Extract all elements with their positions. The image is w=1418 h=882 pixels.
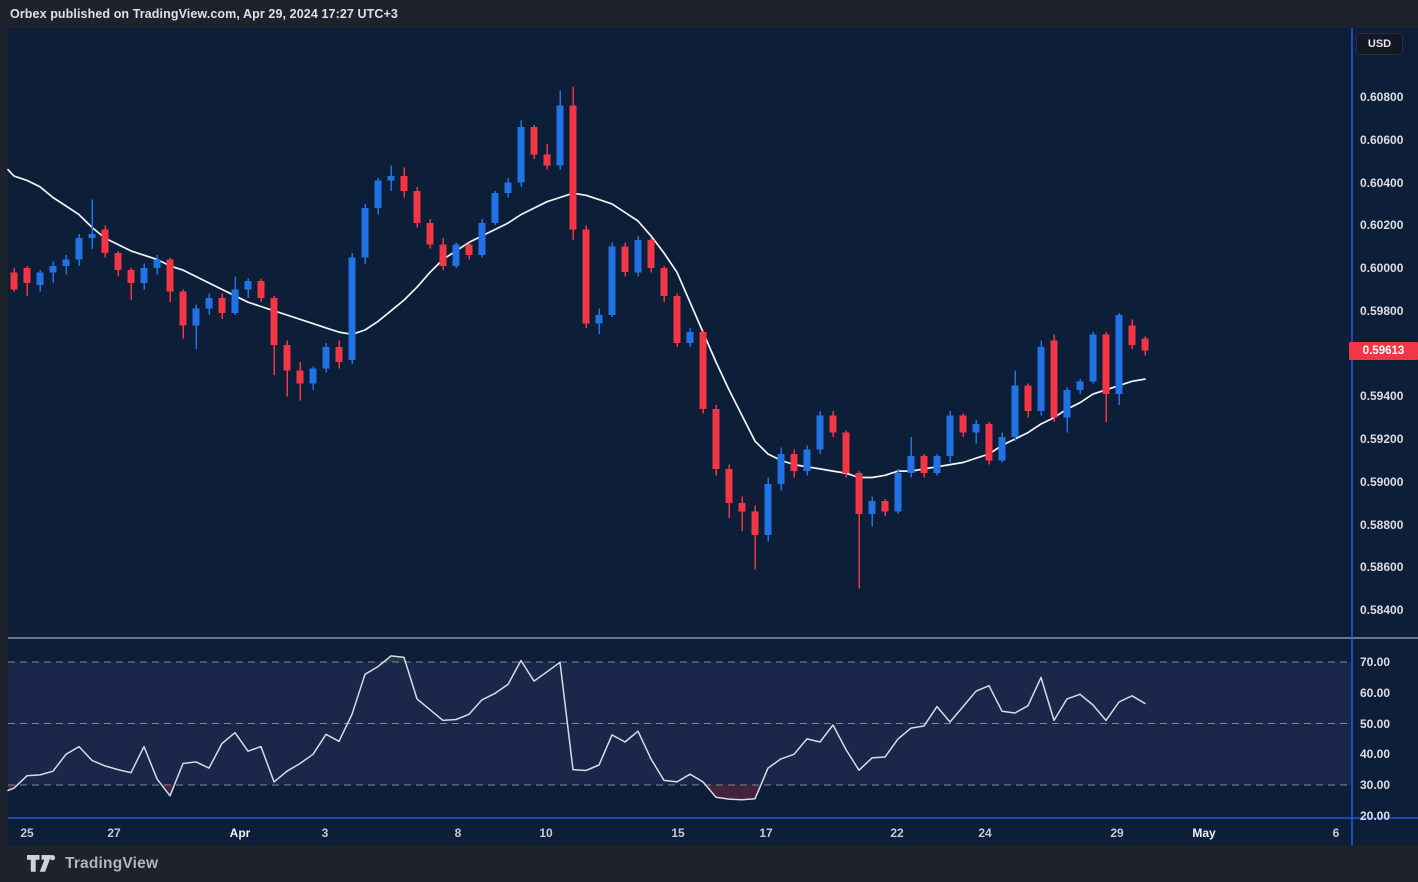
- tradingview-snapshot: Orbex published on TradingView.com, Apr …: [0, 0, 1418, 882]
- tradingview-brand-text[interactable]: TradingView: [65, 855, 158, 873]
- last-price-label: 0.59613: [1349, 342, 1418, 360]
- tradingview-logo-icon[interactable]: [27, 855, 57, 872]
- footer-bar: TradingView: [0, 845, 1418, 882]
- chart-canvas[interactable]: [0, 0, 1418, 882]
- currency-toggle-badge[interactable]: USD: [1356, 33, 1403, 55]
